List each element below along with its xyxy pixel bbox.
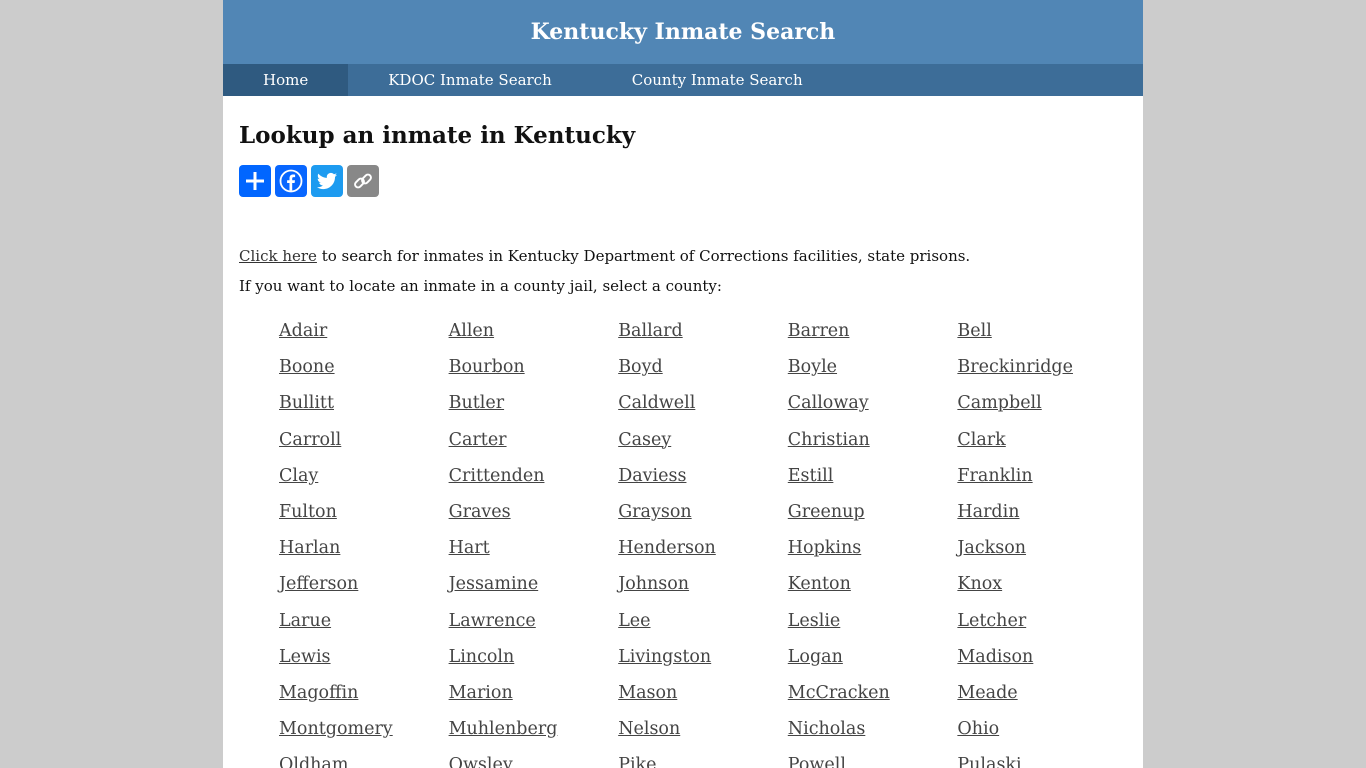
nav-county-inmate-search[interactable]: County Inmate Search bbox=[592, 64, 843, 96]
share-button[interactable] bbox=[239, 165, 271, 197]
nav-home[interactable]: Home bbox=[223, 64, 349, 96]
county-link-boyle[interactable]: Boyle bbox=[788, 354, 958, 390]
county-link-greenup[interactable]: Greenup bbox=[788, 499, 958, 535]
county-link-carter[interactable]: Carter bbox=[449, 427, 619, 463]
county-link-pike[interactable]: Pike bbox=[618, 752, 788, 768]
county-link-boyd[interactable]: Boyd bbox=[618, 354, 788, 390]
county-link-jackson[interactable]: Jackson bbox=[957, 535, 1127, 571]
county-link-larue[interactable]: Larue bbox=[279, 608, 449, 644]
copy-link-icon bbox=[354, 173, 372, 189]
county-prompt: If you want to locate an inmate in a cou… bbox=[239, 277, 722, 295]
county-link-barren[interactable]: Barren bbox=[788, 318, 958, 354]
kdoc-info: Click here to search for inmates in Kent… bbox=[239, 241, 1127, 271]
share-plus-icon bbox=[246, 172, 264, 190]
county-link-clark[interactable]: Clark bbox=[957, 427, 1127, 463]
county-link-meade[interactable]: Meade bbox=[957, 680, 1127, 716]
county-link-caldwell[interactable]: Caldwell bbox=[618, 390, 788, 426]
county-link-franklin[interactable]: Franklin bbox=[957, 463, 1127, 499]
facebook-icon bbox=[279, 169, 303, 193]
county-link-calloway[interactable]: Calloway bbox=[788, 390, 958, 426]
county-link-powell[interactable]: Powell bbox=[788, 752, 958, 768]
county-link-madison[interactable]: Madison bbox=[957, 644, 1127, 680]
county-link-ballard[interactable]: Ballard bbox=[618, 318, 788, 354]
county-link-allen[interactable]: Allen bbox=[449, 318, 619, 354]
county-link-christian[interactable]: Christian bbox=[788, 427, 958, 463]
county-link-fulton[interactable]: Fulton bbox=[279, 499, 449, 535]
county-link-hart[interactable]: Hart bbox=[449, 535, 619, 571]
county-link-jessamine[interactable]: Jessamine bbox=[449, 571, 619, 607]
county-link-pulaski[interactable]: Pulaski bbox=[957, 752, 1127, 768]
county-list: Adair Allen Ballard Barren Bell Boone Bourbon B… bbox=[239, 318, 1127, 768]
county-link-logan[interactable]: Logan bbox=[788, 644, 958, 680]
county-link-adair[interactable]: Adair bbox=[279, 318, 449, 354]
county-link-magoffin[interactable]: Magoffin bbox=[279, 680, 449, 716]
twitter-icon bbox=[317, 172, 337, 190]
page-title: Lookup an inmate in Kentucky bbox=[239, 122, 636, 149]
main-content: Lookup an inmate in Kentucky Click here … bbox=[223, 122, 1143, 768]
site-header: Kentucky Inmate Search bbox=[223, 0, 1143, 64]
facebook-share-button[interactable] bbox=[275, 165, 307, 197]
county-link-nicholas[interactable]: Nicholas bbox=[788, 716, 958, 752]
county-link-nelson[interactable]: Nelson bbox=[618, 716, 788, 752]
county-link-livingston[interactable]: Livingston bbox=[618, 644, 788, 680]
county-link-leslie[interactable]: Leslie bbox=[788, 608, 958, 644]
county-link-grayson[interactable]: Grayson bbox=[618, 499, 788, 535]
county-link-daviess[interactable]: Daviess bbox=[618, 463, 788, 499]
county-link-ohio[interactable]: Ohio bbox=[957, 716, 1127, 752]
county-link-lewis[interactable]: Lewis bbox=[279, 644, 449, 680]
county-link-jefferson[interactable]: Jefferson bbox=[279, 571, 449, 607]
county-link-graves[interactable]: Graves bbox=[449, 499, 619, 535]
twitter-share-button[interactable] bbox=[311, 165, 343, 197]
kdoc-click-here-link[interactable]: Click here bbox=[239, 247, 317, 265]
page: Kentucky Inmate Search Home KDOC Inmate … bbox=[223, 0, 1143, 768]
county-link-hopkins[interactable]: Hopkins bbox=[788, 535, 958, 571]
county-link-henderson[interactable]: Henderson bbox=[618, 535, 788, 571]
county-link-campbell[interactable]: Campbell bbox=[957, 390, 1127, 426]
county-link-marion[interactable]: Marion bbox=[449, 680, 619, 716]
county-link-bell[interactable]: Bell bbox=[957, 318, 1127, 354]
kdoc-description: to search for inmates in Kentucky Depart… bbox=[316, 247, 971, 265]
county-link-casey[interactable]: Casey bbox=[618, 427, 788, 463]
county-link-owsley[interactable]: Owsley bbox=[449, 752, 619, 768]
county-link-breckinridge[interactable]: Breckinridge bbox=[957, 354, 1127, 390]
county-link-clay[interactable]: Clay bbox=[279, 463, 449, 499]
nav-kdoc-inmate-search[interactable]: KDOC Inmate Search bbox=[348, 64, 592, 96]
county-link-knox[interactable]: Knox bbox=[957, 571, 1127, 607]
county-link-hardin[interactable]: Hardin bbox=[957, 499, 1127, 535]
county-link-johnson[interactable]: Johnson bbox=[618, 571, 788, 607]
county-link-carroll[interactable]: Carroll bbox=[279, 427, 449, 463]
county-link-lincoln[interactable]: Lincoln bbox=[449, 644, 619, 680]
county-link-kenton[interactable]: Kenton bbox=[788, 571, 958, 607]
county-link-estill[interactable]: Estill bbox=[788, 463, 958, 499]
county-link-harlan[interactable]: Harlan bbox=[279, 535, 449, 571]
county-link-mason[interactable]: Mason bbox=[618, 680, 788, 716]
county-link-muhlenberg[interactable]: Muhlenberg bbox=[449, 716, 619, 752]
county-link-boone[interactable]: Boone bbox=[279, 354, 449, 390]
site-title: Kentucky Inmate Search bbox=[530, 19, 836, 45]
county-link-bullitt[interactable]: Bullitt bbox=[279, 390, 449, 426]
main-nav: Home KDOC Inmate Search County Inmate Se… bbox=[223, 64, 1143, 96]
county-link-letcher[interactable]: Letcher bbox=[957, 608, 1127, 644]
copy-link-button[interactable] bbox=[347, 165, 379, 197]
county-link-crittenden[interactable]: Crittenden bbox=[449, 463, 619, 499]
county-link-bourbon[interactable]: Bourbon bbox=[449, 354, 619, 390]
county-link-oldham[interactable]: Oldham bbox=[279, 752, 449, 768]
share-bar bbox=[239, 165, 1127, 197]
county-link-mccracken[interactable]: McCracken bbox=[788, 680, 958, 716]
county-link-butler[interactable]: Butler bbox=[449, 390, 619, 426]
county-link-lee[interactable]: Lee bbox=[618, 608, 788, 644]
county-link-lawrence[interactable]: Lawrence bbox=[449, 608, 619, 644]
county-link-montgomery[interactable]: Montgomery bbox=[279, 716, 449, 752]
